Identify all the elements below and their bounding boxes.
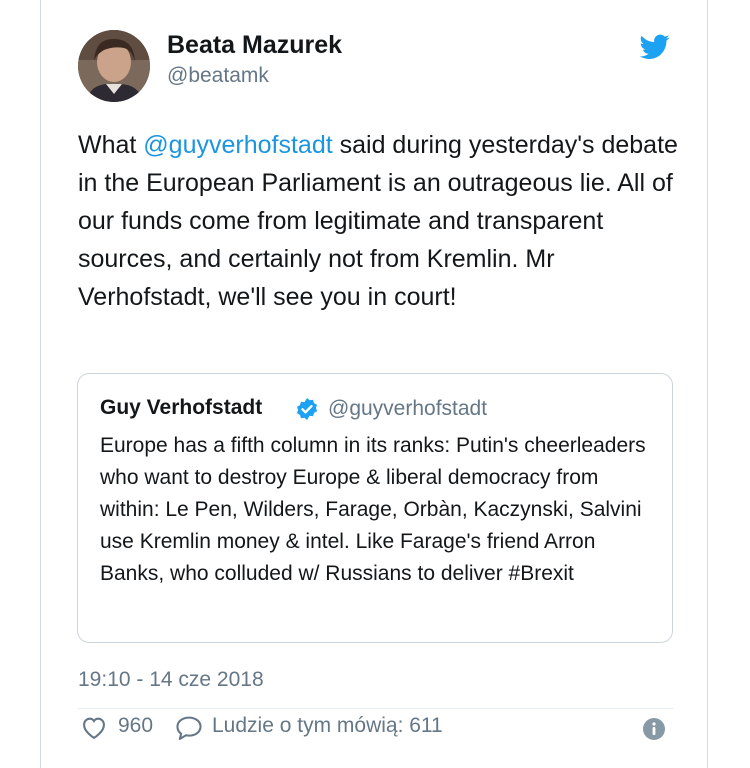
quoted-author-handle: @guyverhofstadt [328, 397, 488, 420]
quoted-tweet-text: Europe has a fifth column in its ranks: … [100, 434, 646, 585]
conversation-link[interactable]: Ludzie o tym mówią: 611 [212, 714, 443, 738]
divider [78, 708, 673, 709]
heart-icon[interactable] [80, 714, 108, 742]
speech-bubble-icon[interactable] [174, 714, 204, 742]
tweet-text: What @guyverhofstadt said during yesterd… [78, 126, 678, 316]
twitter-bird-icon[interactable] [640, 34, 670, 60]
quoted-author-name: Guy Verhofstadt [100, 396, 263, 419]
author-handle[interactable]: @beatamk [167, 64, 269, 88]
tweet-timestamp[interactable]: 19:10 - 14 cze 2018 [78, 668, 264, 692]
info-icon[interactable] [642, 717, 666, 741]
tweet-text-start: What [78, 131, 144, 159]
avatar[interactable] [78, 30, 150, 102]
author-name[interactable]: Beata Mazurek [167, 31, 342, 60]
quoted-tweet[interactable]: Guy Verhofstadt @guyverhofstadt Europe h… [77, 373, 673, 643]
verified-badge-icon [297, 398, 317, 420]
like-count[interactable]: 960 [118, 714, 153, 738]
mention-link[interactable]: @guyverhofstadt [143, 131, 332, 159]
